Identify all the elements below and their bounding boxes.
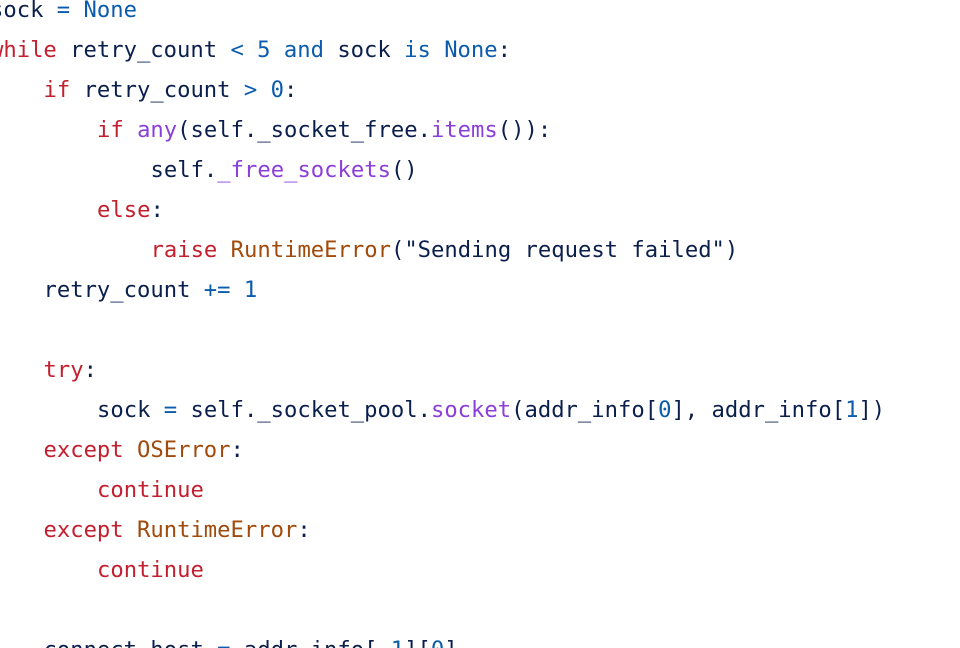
code-token: except — [43, 437, 124, 463]
code-token: any — [137, 117, 178, 143]
code-token: ][ — [404, 637, 431, 648]
code-token: (addr_info[ — [511, 397, 659, 423]
code-line: except RuntimeError: — [44, 510, 311, 550]
code-token: 1 — [845, 397, 859, 423]
code-token: except — [43, 517, 124, 543]
code-line: continue — [97, 470, 204, 510]
code-token: RuntimeError — [137, 517, 298, 543]
code-token: < — [230, 37, 244, 63]
code-token: items — [430, 117, 498, 143]
code-token: while — [0, 37, 57, 63]
code-line: sock = None — [0, 0, 137, 30]
code-line: continue — [97, 550, 204, 590]
code-token: retry_count — [70, 77, 244, 103]
code-token: ( — [390, 237, 405, 263]
code-token: : — [283, 77, 298, 103]
code-token: OSError — [137, 437, 231, 463]
code-token: try — [43, 357, 84, 383]
code-line: if any(self._socket_free.items()): — [97, 110, 551, 150]
code-token: 0 — [431, 637, 444, 648]
code-line: raise RuntimeError("Sending request fail… — [151, 230, 739, 270]
code-token: ]) — [858, 397, 886, 423]
code-token: self._socket_pool. — [177, 397, 431, 423]
code-token: _free_sockets — [217, 157, 391, 183]
code-line: connect_host = addr_info[-1][0] — [44, 630, 458, 648]
code-token: ], addr_info[ — [671, 397, 846, 423]
code-token: 0 — [658, 397, 672, 423]
code-token: ] — [444, 637, 457, 648]
code-token: socket — [430, 397, 512, 423]
code-line: if retry_count > 0: — [44, 70, 298, 110]
code-token: connect_host — [44, 637, 218, 648]
code-line: while retry_count < 5 and sock is None: — [0, 30, 511, 70]
code-token: retry_count — [56, 37, 231, 63]
code-line: sock = self._socket_pool.socket(addr_inf… — [97, 390, 885, 430]
code-token: if — [97, 117, 124, 143]
code-token: None — [444, 37, 498, 63]
code-token: retry_count — [43, 277, 204, 303]
code-token: is — [404, 37, 431, 63]
code-token: None — [83, 0, 137, 23]
code-token: raise — [150, 237, 218, 263]
code-token: and — [283, 37, 324, 63]
code-token: sock — [0, 0, 44, 23]
code-token: 1 — [243, 277, 258, 303]
code-token: (self._socket_free. — [177, 117, 431, 143]
code-line: self._free_sockets() — [151, 150, 418, 190]
code-token: : — [497, 37, 511, 63]
code-token: 0 — [270, 77, 284, 103]
code-token: self. — [150, 157, 218, 183]
code-line: try: — [44, 350, 97, 390]
code-editor-view: sock = Nonewhile retry_count < 5 and soc… — [0, 0, 960, 648]
code-token: : — [150, 197, 164, 223]
code-token: sock — [323, 37, 405, 63]
code-token: if — [43, 77, 71, 103]
code-token: RuntimeError — [230, 237, 391, 263]
code-token: : — [230, 437, 244, 463]
code-token: sock — [97, 397, 164, 423]
code-line: retry_count += 1 — [44, 270, 258, 310]
code-token: continue — [97, 477, 204, 503]
code-token: ) — [724, 237, 739, 263]
code-token: "Sending request failed" — [404, 237, 725, 263]
code-token: > — [243, 77, 258, 103]
code-line: else: — [97, 190, 164, 230]
code-token: () — [390, 157, 418, 183]
code-token: continue — [97, 557, 204, 583]
code-token: addr_info[ — [231, 637, 378, 648]
code-token: = — [217, 637, 230, 648]
code-token: -1 — [377, 637, 404, 648]
code-token: 5 — [257, 37, 271, 63]
code-token: = — [56, 0, 71, 23]
code-token: : — [83, 357, 97, 383]
code-token: : — [297, 517, 311, 543]
code-token: else — [97, 197, 151, 223]
code-token: = — [163, 397, 178, 423]
code-token: += — [203, 277, 231, 303]
code-token: ()): — [497, 117, 552, 143]
code-line: except OSError: — [44, 430, 244, 470]
